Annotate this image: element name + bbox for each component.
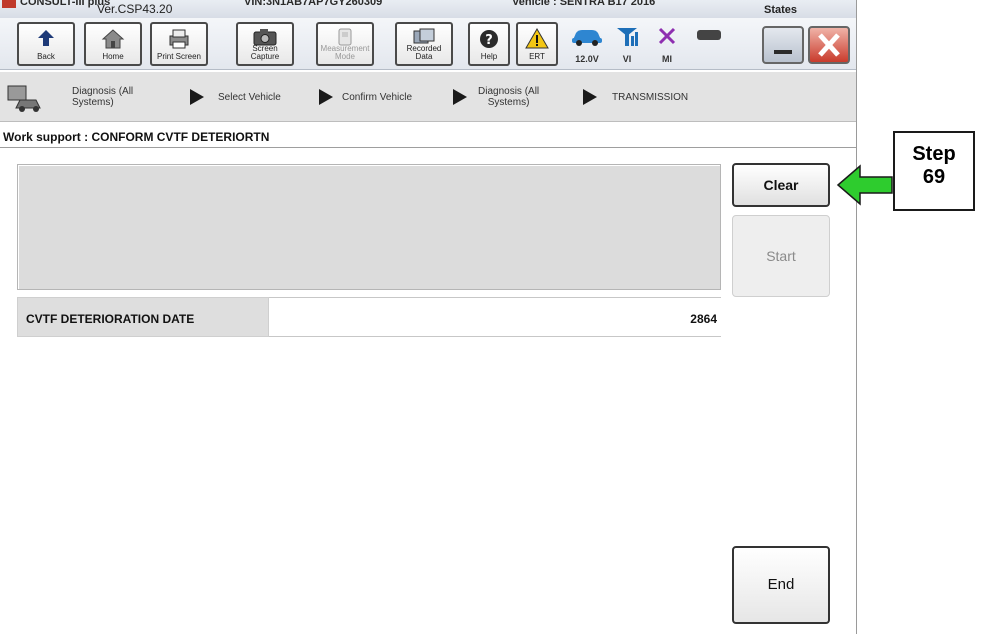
print-screen-label: Print Screen	[156, 52, 202, 61]
car-diagnosis-icon	[7, 85, 41, 112]
clear-button[interactable]: Clear	[732, 163, 830, 207]
connector-icon	[697, 30, 721, 40]
help-icon: ?	[480, 30, 498, 48]
breadcrumb-diagnosis-systems-line2: Systems)	[487, 97, 530, 108]
print-screen-button[interactable]: Print Screen	[150, 22, 208, 66]
warning-icon	[525, 28, 549, 49]
screen-capture-label-2: Capture	[250, 52, 280, 61]
breadcrumb-arrow-icon	[453, 89, 467, 105]
vin-text: VIN:3N1AB7AP7GY260309	[244, 0, 383, 8]
step-callout-number: 69	[922, 166, 946, 188]
breadcrumb-arrow-icon	[190, 89, 204, 105]
end-button[interactable]: End	[732, 546, 830, 624]
help-label: Help	[480, 52, 498, 61]
minimize-button[interactable]	[762, 26, 804, 64]
measurement-label-2: Mode	[334, 52, 355, 61]
app-version: Ver.CSP43.20	[97, 2, 173, 16]
mi-status: MI	[648, 24, 686, 66]
recorded-data-label-2: Data	[415, 52, 433, 61]
mi-x-icon	[658, 27, 676, 45]
ert-button[interactable]: ERT	[516, 22, 558, 66]
breadcrumb-diagnosis-all[interactable]: Diagnosis (All Systems)	[6, 72, 133, 122]
message-panel	[17, 164, 721, 290]
breadcrumb-diagnosis-line1: Diagnosis (All	[72, 86, 134, 97]
printer-icon	[169, 29, 189, 49]
recorded-data-button[interactable]: Recorded Data	[395, 22, 453, 66]
close-x-icon	[818, 33, 840, 57]
breadcrumb-diagnosis-line2: Systems)	[72, 97, 114, 108]
screen-capture-button[interactable]: Screen Capture	[236, 22, 294, 66]
vi-signal-icon	[617, 28, 638, 46]
data-item-label-cell: CVTF DETERIORATION DATE	[17, 297, 269, 337]
callout-arrow-icon	[836, 164, 893, 206]
title-bar: CONSULT-III plus Ver.CSP43.20 VIN:3N1AB7…	[0, 0, 856, 18]
back-arrow-icon	[38, 30, 54, 46]
data-item-value: 2864	[690, 312, 717, 326]
start-button[interactable]: Start	[732, 215, 830, 297]
home-label: Home	[102, 52, 124, 61]
vi-status: VI	[608, 24, 646, 66]
breadcrumb-transmission-label: TRANSMISSION	[612, 91, 689, 103]
data-item-label: CVTF DETERIORATION DATE	[26, 312, 195, 326]
data-item-row: CVTF DETERIORATION DATE 2864	[17, 297, 721, 337]
close-button[interactable]	[808, 26, 850, 64]
consult-app-window: CONSULT-III plus Ver.CSP43.20 VIN:3N1AB7…	[0, 0, 857, 634]
svg-text:?: ?	[485, 33, 493, 48]
region-text: States	[764, 4, 798, 16]
breadcrumb-diagnosis-systems[interactable]: Diagnosis (All Systems)	[478, 72, 539, 122]
car-icon	[572, 30, 602, 46]
home-button[interactable]: Home	[84, 22, 142, 66]
step-callout-word: Step	[912, 143, 956, 165]
toolbar: Back Home Print Screen Screen Capture Me…	[0, 18, 856, 70]
app-logo-icon	[2, 0, 16, 8]
breadcrumb-select-vehicle-label: Select Vehicle	[218, 91, 281, 103]
work-support-header: Work support : CONFORM CVTF DETERIORTN	[0, 126, 856, 148]
back-label: Back	[37, 52, 55, 61]
home-icon	[101, 29, 125, 49]
vi-label: VI	[622, 54, 632, 64]
connector-status	[690, 24, 728, 66]
vehicle-text: Vehicle : SENTRA B17 2016	[512, 0, 656, 8]
step-callout-box: Step 69	[893, 131, 975, 211]
breadcrumb-diagnosis-systems-line1: Diagnosis (All	[478, 86, 540, 97]
breadcrumb-arrow-icon	[583, 89, 597, 105]
breadcrumb-arrow-icon	[319, 89, 333, 105]
breadcrumb: Diagnosis (All Systems) Select Vehicle C…	[0, 72, 856, 122]
battery-voltage: 12.0V	[575, 54, 599, 64]
help-button[interactable]: ? Help	[468, 22, 510, 66]
breadcrumb-confirm-vehicle[interactable]: Confirm Vehicle	[342, 72, 412, 122]
data-item-value-cell: 2864	[269, 297, 721, 337]
page: CONSULT-III plus Ver.CSP43.20 VIN:3N1AB7…	[0, 0, 984, 634]
breadcrumb-transmission[interactable]: TRANSMISSION	[612, 72, 688, 122]
back-button[interactable]: Back	[17, 22, 75, 66]
battery-status: 12.0V	[568, 24, 606, 66]
mi-label: MI	[662, 54, 672, 64]
measurement-mode-button[interactable]: Measurement Mode	[316, 22, 374, 66]
breadcrumb-confirm-vehicle-label: Confirm Vehicle	[342, 91, 413, 103]
breadcrumb-select-vehicle[interactable]: Select Vehicle	[218, 72, 281, 122]
ert-label: ERT	[529, 52, 545, 61]
page-title: Work support : CONFORM CVTF DETERIORTN	[3, 130, 270, 144]
